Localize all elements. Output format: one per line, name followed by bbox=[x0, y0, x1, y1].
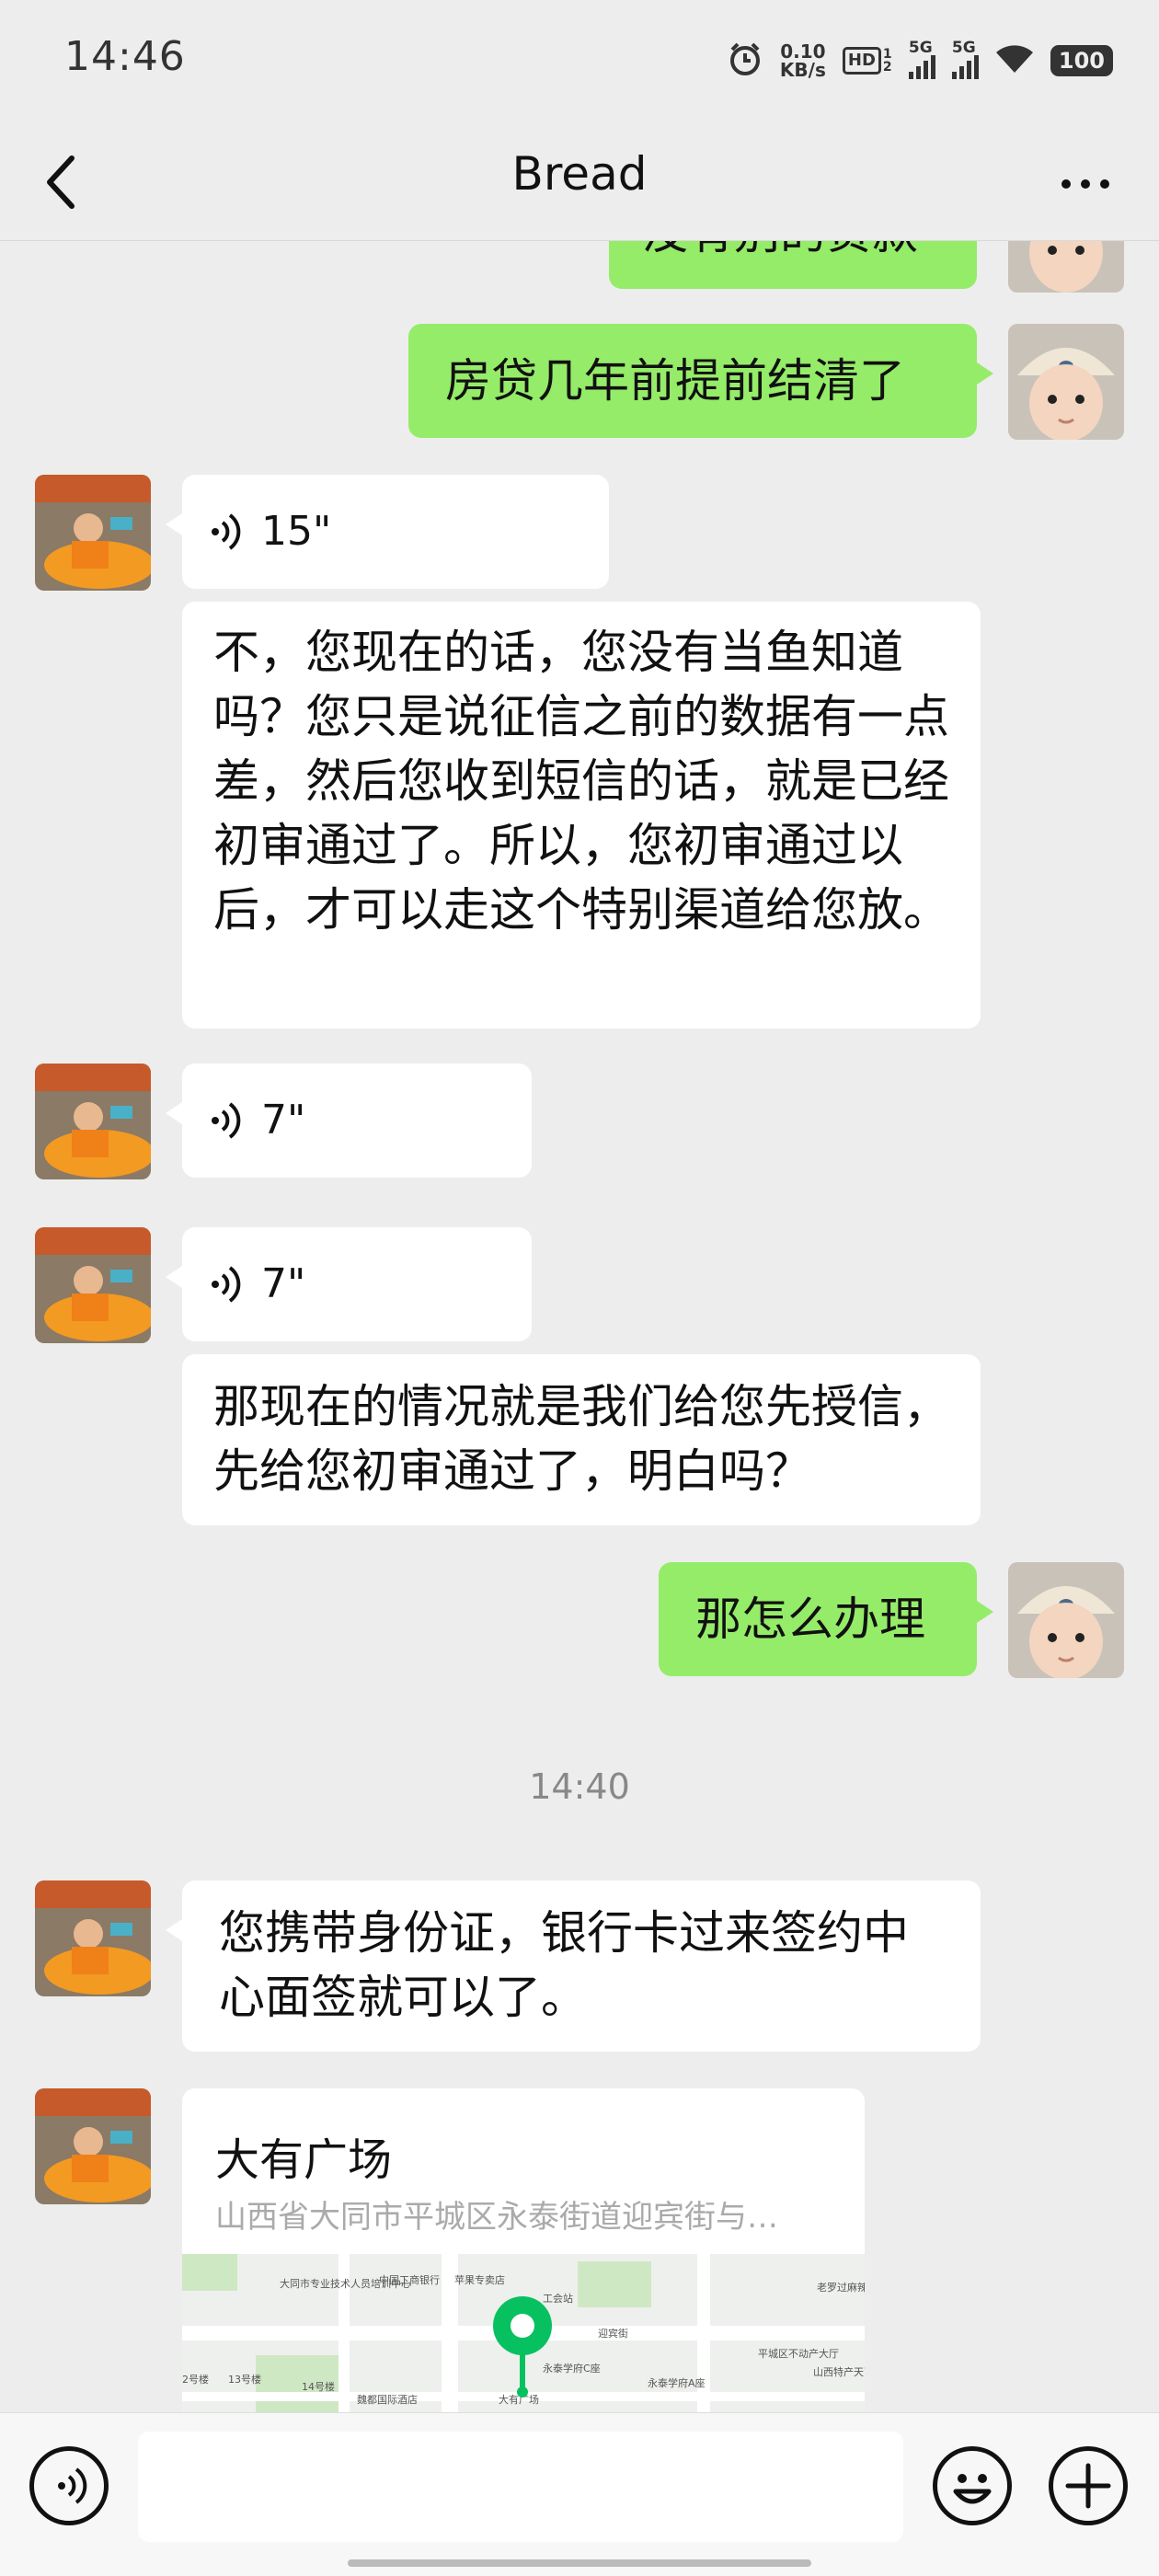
my-avatar[interactable] bbox=[1008, 1562, 1124, 1678]
outgoing-message[interactable]: 没有别的贷款 bbox=[609, 241, 977, 289]
signal-label: 5G bbox=[951, 39, 976, 57]
status-icons: 0.10 KB/s HD 1 2 5G 5G 100 bbox=[727, 35, 1113, 86]
input-bar bbox=[0, 2412, 1159, 2576]
network-speed: 0.10 KB/s bbox=[780, 42, 826, 79]
emoji-button[interactable] bbox=[933, 2446, 1012, 2525]
message-text: 没有别的贷款 bbox=[642, 241, 918, 259]
incoming-message[interactable]: 那现在的情况就是我们给您先授信，先给您初审通过了，明白吗？ bbox=[182, 1354, 981, 1525]
voice-message[interactable]: 15" bbox=[166, 475, 609, 589]
network-speed-value: 0.10 bbox=[780, 40, 826, 63]
hd-label: HD bbox=[842, 47, 881, 75]
status-time: 14:46 bbox=[64, 33, 186, 80]
outgoing-message[interactable]: 那怎么办理 bbox=[659, 1562, 993, 1676]
outgoing-message[interactable]: 房贷几年前提前结清了 bbox=[408, 324, 993, 438]
chat-messages[interactable]: 没有别的贷款 房贷几年前提前结清了 15" 不，您现在的话，您没有当鱼知道吗？您… bbox=[0, 241, 1159, 2412]
battery-icon: 100 bbox=[1050, 45, 1113, 76]
hd-icon: HD 1 2 bbox=[842, 47, 892, 75]
emoji-icon bbox=[953, 2474, 992, 2504]
voice-duration: 7" bbox=[261, 1260, 306, 1307]
voice-wave-icon bbox=[212, 1102, 241, 1139]
contact-avatar[interactable] bbox=[35, 1227, 151, 1343]
message-text: 房贷几年前提前结清了 bbox=[445, 354, 905, 408]
map-label: 苹果专卖店 bbox=[454, 2273, 505, 2286]
contact-avatar[interactable] bbox=[35, 1880, 151, 1996]
chat-title: Bread bbox=[511, 147, 648, 201]
map-label: 魏都国际酒店 bbox=[357, 2393, 418, 2406]
map-label: 工会站 bbox=[543, 2292, 573, 2305]
contact-avatar[interactable] bbox=[35, 475, 151, 591]
map-label: 永泰学府C座 bbox=[543, 2362, 601, 2375]
more-dots-icon bbox=[1061, 179, 1071, 189]
message-text: 不，您现在的话，您没有当鱼知道吗？您只是说征信之前的数据有一点差，然后您收到短信… bbox=[213, 626, 949, 937]
network-speed-unit: KB/s bbox=[779, 59, 826, 81]
map-label: 2号楼 bbox=[182, 2373, 209, 2386]
message-text: 那怎么办理 bbox=[695, 1593, 925, 1646]
voice-input-icon bbox=[58, 2467, 87, 2504]
wifi-icon bbox=[995, 43, 1034, 78]
map-label: 14号楼 bbox=[302, 2380, 335, 2393]
map-label: 迎宾街 bbox=[598, 2327, 628, 2340]
plus-icon bbox=[1065, 2463, 1111, 2509]
status-bar: 14:46 0.10 KB/s HD 1 2 5G 5G 100 bbox=[0, 0, 1159, 120]
signal-icon: 5G bbox=[908, 39, 935, 79]
map-label: 平城区不动产大厅 bbox=[758, 2347, 839, 2360]
voice-message[interactable]: 7" bbox=[166, 1227, 532, 1341]
voice-duration: 15" bbox=[261, 508, 332, 555]
location-map: 大同市专业技术人员培训中心 中国工商银行 苹果专卖店 工会站 迎宾街 魏都国际酒… bbox=[182, 2254, 865, 2412]
voice-message[interactable]: 7" bbox=[166, 1064, 532, 1178]
signal-label: 5G bbox=[908, 39, 933, 57]
voice-input-button[interactable] bbox=[29, 2446, 109, 2525]
incoming-message[interactable]: 不，您现在的话，您没有当鱼知道吗？您只是说征信之前的数据有一点差，然后您收到短信… bbox=[182, 602, 981, 1029]
location-message[interactable]: 大有广场 山西省大同市平城区永泰街道迎宾街与… 大同市专业技术人员培训中心 中国… bbox=[182, 2088, 865, 2412]
map-label: 永泰学府A座 bbox=[648, 2376, 706, 2389]
my-avatar[interactable] bbox=[1008, 324, 1124, 440]
location-address: 山西省大同市平城区永泰街道迎宾街与… bbox=[215, 2199, 778, 2236]
map-label: 中国工商银行 bbox=[379, 2273, 440, 2286]
incoming-message[interactable]: 您携带身份证，银行卡过来签约中心面签就可以了。 bbox=[166, 1880, 981, 2052]
hd-sub-label: 1 2 bbox=[882, 47, 892, 75]
message-input[interactable] bbox=[138, 2432, 903, 2542]
home-indicator[interactable] bbox=[348, 2559, 811, 2567]
message-timestamp: 14:40 bbox=[529, 1766, 630, 1807]
map-label: 老罗过麻辣烫 bbox=[817, 2281, 865, 2294]
contact-avatar[interactable] bbox=[35, 2088, 151, 2204]
location-name: 大有广场 bbox=[215, 2134, 393, 2186]
message-text: 您携带身份证，银行卡过来签约中心面签就可以了。 bbox=[219, 1906, 909, 2024]
plus-button[interactable] bbox=[1049, 2446, 1128, 2525]
voice-duration: 7" bbox=[261, 1097, 306, 1144]
alarm-icon bbox=[727, 40, 763, 81]
contact-avatar[interactable] bbox=[35, 1064, 151, 1179]
my-avatar[interactable] bbox=[1008, 241, 1124, 293]
map-label: 13号楼 bbox=[228, 2373, 261, 2386]
map-label: 山西特产天下酒 bbox=[813, 2365, 865, 2378]
more-options-button[interactable] bbox=[1049, 156, 1122, 212]
voice-wave-icon bbox=[212, 513, 241, 550]
message-text: 那现在的情况就是我们给您先授信，先给您初审通过了，明白吗？ bbox=[213, 1380, 949, 1498]
signal-icon: 5G bbox=[951, 39, 979, 79]
chat-header: Bread bbox=[0, 120, 1159, 241]
voice-wave-icon bbox=[212, 1266, 241, 1303]
